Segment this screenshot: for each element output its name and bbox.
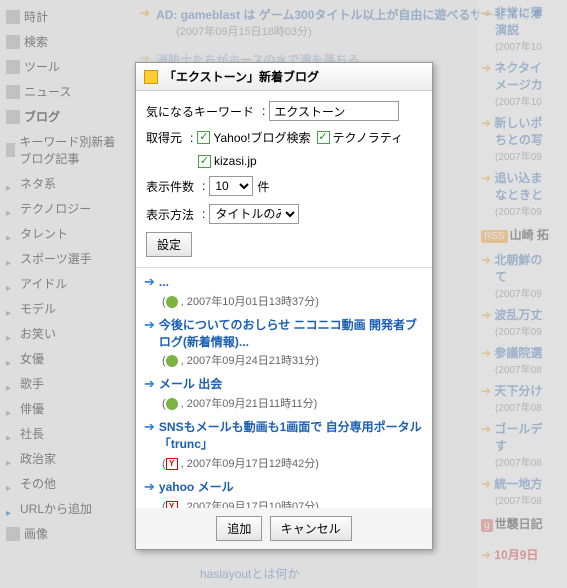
result-item: ➔メール 出会 (, 2007年09月21日11時11分) xyxy=(144,376,424,415)
yahoo-label: Yahoo!ブログ検索 xyxy=(213,129,310,146)
dialog-title-bar: 「エクストーン」新着ブログ xyxy=(136,63,432,91)
results-list[interactable]: ➔...(, 2007年10月01日13時37分)➔今後についてのおしらせ ニコ… xyxy=(136,268,432,508)
source-icon xyxy=(166,296,178,308)
result-link[interactable]: yahoo メール xyxy=(159,479,234,496)
kizasi-label: kizasi.jp xyxy=(214,154,257,168)
result-item: ➔yahoo メール (Y, 2007年09月17日10時07分) xyxy=(144,479,424,508)
count-label: 表示件数 xyxy=(146,178,194,195)
result-link[interactable]: SNSもメールも動画も1画面で 自分専用ポータル「trunc」 xyxy=(159,419,424,453)
result-date: (, 2007年09月24日21時31分) xyxy=(162,352,424,368)
result-item: ➔今後についてのおしらせ ニコニコ動画 開発者ブログ(新着情報)...(, 20… xyxy=(144,317,424,373)
arrow-icon: ➔ xyxy=(144,376,155,392)
settings-button[interactable]: 設定 xyxy=(146,232,192,257)
dialog-footer: 追加 キャンセル xyxy=(136,508,432,549)
cancel-button[interactable]: キャンセル xyxy=(270,516,352,541)
dialog-title-text: 「エクストーン」新着ブログ xyxy=(164,68,319,85)
kizasi-checkbox[interactable] xyxy=(198,155,211,168)
source-icon: Y xyxy=(166,501,178,508)
result-item: ➔SNSもメールも動画も1画面で 自分専用ポータル「trunc」 (Y, 2007… xyxy=(144,419,424,475)
blog-dialog: 「エクストーン」新着ブログ 気になるキーワード: 取得元: Yahoo!ブログ検… xyxy=(135,62,433,550)
technorati-checkbox[interactable] xyxy=(317,131,330,144)
arrow-icon: ➔ xyxy=(144,419,155,435)
arrow-icon: ➔ xyxy=(144,479,155,495)
source-icon: Y xyxy=(166,458,178,470)
technorati-label: テクノラティ xyxy=(333,129,404,146)
source-label: 取得元 xyxy=(146,129,182,146)
dialog-form: 気になるキーワード: 取得元: Yahoo!ブログ検索 テクノラティ kizas… xyxy=(136,91,432,268)
folder-icon xyxy=(144,70,158,84)
result-date: (Y, 2007年09月17日10時07分) xyxy=(162,498,424,508)
arrow-icon: ➔ xyxy=(144,317,155,333)
result-link[interactable]: ... xyxy=(159,274,169,291)
add-button[interactable]: 追加 xyxy=(216,516,262,541)
result-date: (Y, 2007年09月17日12時42分) xyxy=(162,455,424,471)
method-label: 表示方法 xyxy=(146,206,194,223)
result-link[interactable]: メール 出会 xyxy=(159,376,222,393)
result-date: (, 2007年10月01日13時37分) xyxy=(162,293,424,309)
source-icon xyxy=(166,355,178,367)
count-unit: 件 xyxy=(257,178,269,195)
arrow-icon: ➔ xyxy=(144,274,155,290)
keyword-input[interactable] xyxy=(269,101,399,121)
result-date: (, 2007年09月21日11時11分) xyxy=(162,395,424,411)
method-select[interactable]: タイトルのみ xyxy=(209,204,299,224)
result-item: ➔... (, 2007年10月01日13時37分) xyxy=(144,274,424,313)
keyword-label: 気になるキーワード xyxy=(146,103,254,120)
count-select[interactable]: 10 xyxy=(209,176,253,196)
yahoo-checkbox[interactable] xyxy=(197,131,210,144)
source-icon xyxy=(166,398,178,410)
result-link[interactable]: 今後についてのおしらせ ニコニコ動画 開発者ブログ(新着情報)... xyxy=(159,317,424,351)
